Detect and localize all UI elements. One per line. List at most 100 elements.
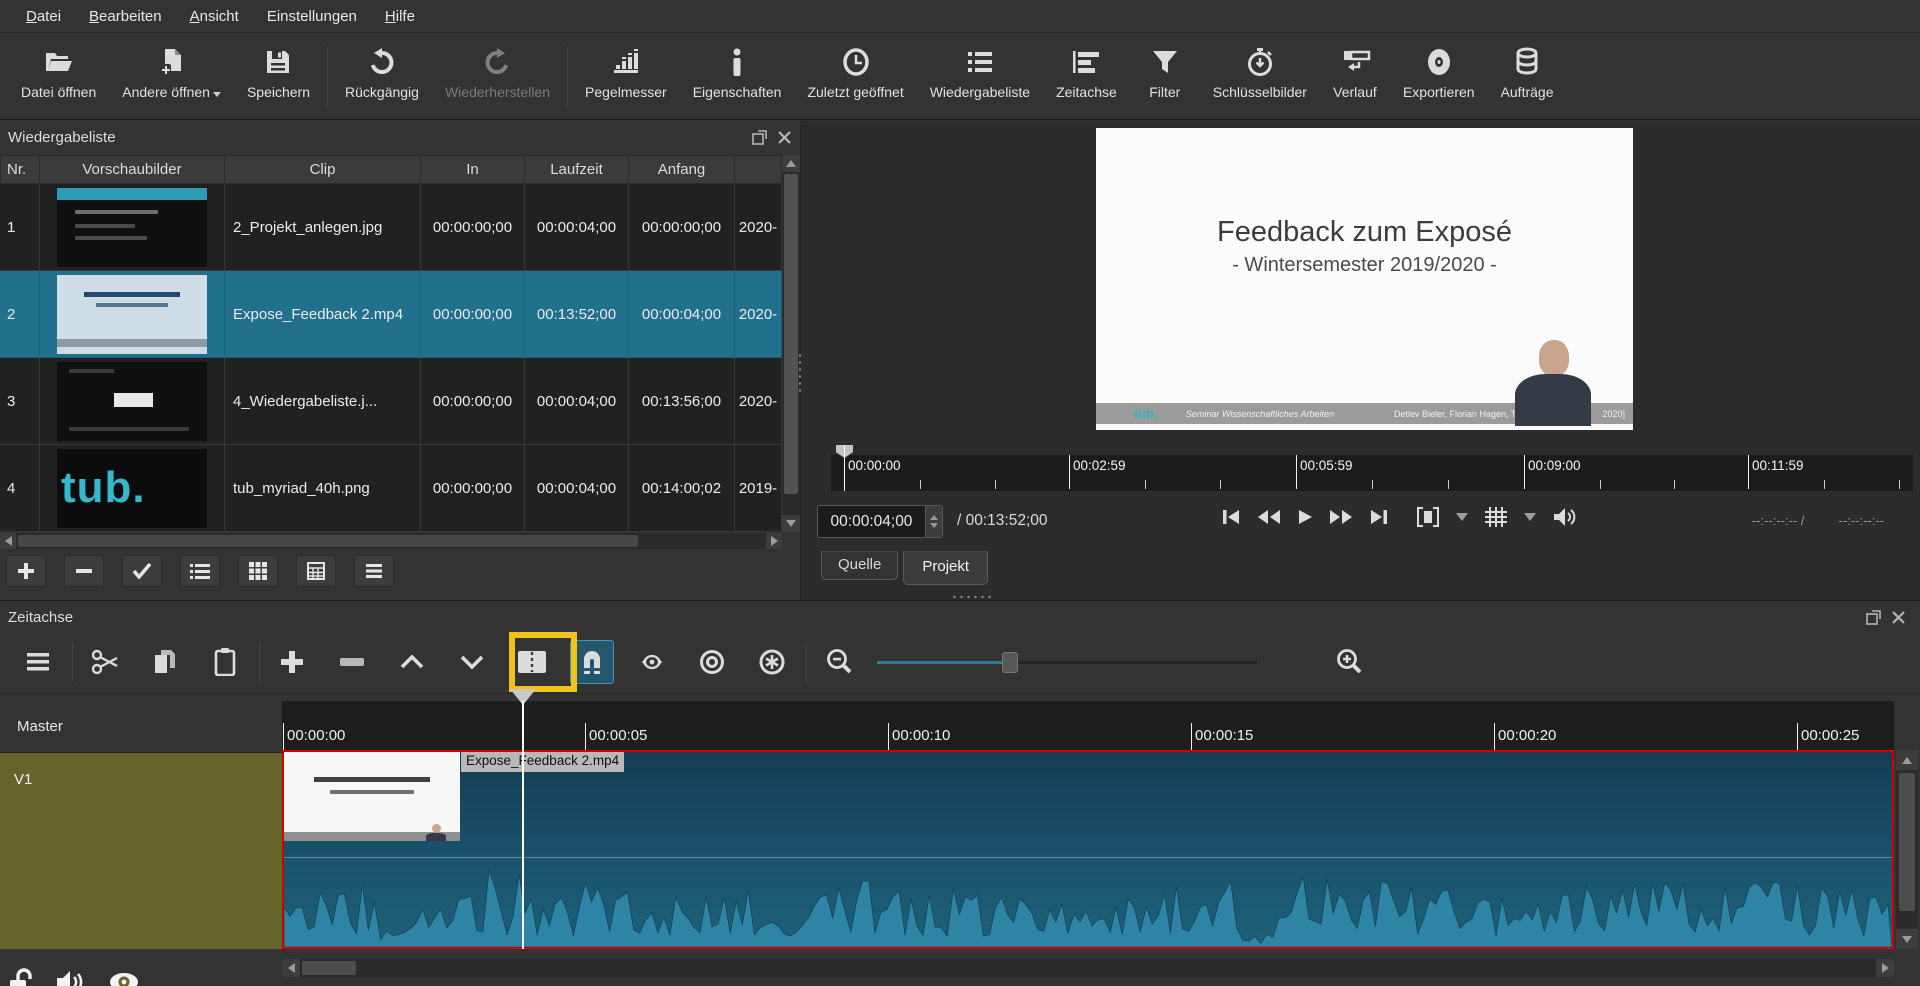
- menu-bearbeiten[interactable]: Bearbeiten: [75, 0, 176, 33]
- playlist-vertical-scrollbar[interactable]: [782, 155, 800, 532]
- playlist-add-button[interactable]: [6, 555, 46, 587]
- tab-source[interactable]: Quelle: [821, 551, 898, 580]
- properties-button[interactable]: Eigenschaften: [680, 44, 795, 102]
- split-button[interactable]: [510, 640, 554, 684]
- undock-panel-icon[interactable]: [1866, 610, 1881, 625]
- col-header-nr[interactable]: Nr.: [0, 155, 40, 184]
- overwrite-button[interactable]: [450, 640, 494, 684]
- ruler-tick-label: 00:00:05: [589, 727, 647, 744]
- export-button[interactable]: Exportieren: [1390, 44, 1488, 102]
- timeline-horizontal-scrollbar[interactable]: [282, 959, 1894, 977]
- scrollbar-thumb[interactable]: [302, 961, 356, 975]
- scroll-left-icon[interactable]: [0, 533, 16, 549]
- filters-button[interactable]: Filter: [1130, 44, 1200, 102]
- lift-button[interactable]: [390, 640, 434, 684]
- history-button[interactable]: Verlauf: [1320, 44, 1390, 102]
- zoom-slider-handle[interactable]: [1002, 652, 1018, 673]
- jobs-button[interactable]: Aufträge: [1488, 44, 1567, 102]
- cut-button[interactable]: [83, 640, 127, 684]
- playlist-row-2-selected[interactable]: 2 Expose_Feedback 2.mp4 00:00:00;00 00:1…: [0, 271, 782, 358]
- playlist-button[interactable]: Wiedergabeliste: [917, 44, 1043, 102]
- timeline-vertical-scrollbar[interactable]: [1896, 750, 1918, 949]
- copy-button[interactable]: [143, 640, 187, 684]
- scroll-down-icon[interactable]: [782, 515, 800, 532]
- open-other-button[interactable]: Andere öffnen: [109, 44, 234, 102]
- thumbnail-projekt-anlegen: [57, 188, 207, 267]
- playlist-menu-button[interactable]: [354, 555, 394, 587]
- undo-button[interactable]: Rückgängig: [332, 44, 432, 102]
- playlist-row-1[interactable]: 1 2_Projekt_anlegen.jpg 00:00:00;00 00:0…: [0, 184, 782, 271]
- playlist-view-tiles-button[interactable]: [238, 555, 278, 587]
- undock-panel-icon[interactable]: [752, 130, 767, 145]
- menu-ansicht[interactable]: Ansicht: [176, 0, 253, 33]
- col-header-duration[interactable]: Laufzeit: [525, 155, 629, 184]
- scrollbar-thumb[interactable]: [18, 535, 638, 547]
- scroll-up-icon[interactable]: [782, 155, 800, 172]
- play-button[interactable]: [1297, 508, 1313, 526]
- col-header-extra[interactable]: [735, 155, 782, 184]
- player-tabs: Quelle Projekt: [821, 551, 988, 585]
- scrollbar-thumb[interactable]: [1899, 773, 1915, 911]
- v1-track-header[interactable]: V1: [0, 753, 282, 949]
- grid-button[interactable]: [1485, 507, 1507, 527]
- redo-button[interactable]: Wiederherstellen: [432, 44, 563, 102]
- mute-track-icon[interactable]: [56, 969, 86, 986]
- ripple-all-tracks-button[interactable]: [750, 640, 794, 684]
- playlist-view-icons-button[interactable]: [296, 555, 336, 587]
- lock-track-icon[interactable]: [8, 968, 34, 986]
- keyframes-button[interactable]: Schlüsselbilder: [1200, 44, 1320, 102]
- col-header-clip[interactable]: Clip: [225, 155, 421, 184]
- playlist-remove-button[interactable]: [64, 555, 104, 587]
- current-timecode-field[interactable]: 00:00:04;00: [817, 505, 943, 538]
- playlist-row-4[interactable]: 4 tub. tub_myriad_40h.png 00:00:00;00 00…: [0, 445, 782, 532]
- snap-toggle-button[interactable]: [570, 640, 614, 684]
- fast-forward-button[interactable]: [1329, 508, 1353, 526]
- grid-dropdown-icon[interactable]: [1523, 512, 1537, 522]
- scroll-left-icon[interactable]: [282, 959, 300, 977]
- timecode-spinner[interactable]: [925, 506, 942, 537]
- current-timecode[interactable]: 00:00:04;00: [818, 513, 925, 531]
- save-button[interactable]: Speichern: [234, 44, 323, 102]
- menu-hilfe[interactable]: Hilfe: [371, 0, 429, 33]
- scrub-while-dragging-button[interactable]: [630, 640, 674, 684]
- video-preview[interactable]: Feedback zum Exposé - Wintersemester 201…: [801, 121, 1920, 451]
- col-header-thumbnails[interactable]: Vorschaubilder: [40, 155, 225, 184]
- menu-datei[interactable]: Datei: [12, 0, 75, 33]
- scroll-up-icon[interactable]: [1896, 750, 1918, 770]
- playlist-view-details-button[interactable]: [180, 555, 220, 587]
- hide-track-icon[interactable]: [108, 971, 140, 986]
- playlist-horizontal-scrollbar[interactable]: [0, 533, 782, 549]
- open-file-button[interactable]: Datei öffnen: [8, 44, 109, 102]
- ripple-delete-button[interactable]: [330, 640, 374, 684]
- scroll-down-icon[interactable]: [1896, 929, 1918, 949]
- master-track-header[interactable]: Master: [0, 701, 282, 753]
- skip-to-start-button[interactable]: [1221, 508, 1241, 526]
- close-panel-icon[interactable]: [1891, 610, 1906, 625]
- rewind-button[interactable]: [1257, 508, 1281, 526]
- append-button[interactable]: [270, 640, 314, 684]
- col-header-start[interactable]: Anfang: [629, 155, 735, 184]
- volume-icon[interactable]: [1553, 507, 1577, 527]
- timeline-menu-button[interactable]: [16, 640, 60, 684]
- paste-button[interactable]: [203, 640, 247, 684]
- close-panel-icon[interactable]: [777, 130, 792, 145]
- playlist-row-3[interactable]: 3 4_Wiedergabeliste.j... 00:00:00;00 00:…: [0, 358, 782, 445]
- preview-scrub-ruler[interactable]: 00:00:00 00:02:59 00:05:59 00:09:00 00:1…: [831, 455, 1913, 491]
- col-header-in[interactable]: In: [421, 155, 525, 184]
- ripple-button[interactable]: [690, 640, 734, 684]
- audio-meter-button[interactable]: Pegelmesser: [572, 44, 680, 102]
- timeline-zoom-slider[interactable]: [877, 640, 1257, 684]
- zoom-in-button[interactable]: [1327, 640, 1371, 684]
- recent-button[interactable]: Zuletzt geöffnet: [794, 44, 916, 102]
- tab-project[interactable]: Projekt: [903, 551, 988, 585]
- skip-to-end-button[interactable]: [1369, 508, 1389, 526]
- playlist-update-button[interactable]: [122, 555, 162, 587]
- player-dropdown-icon[interactable]: [1455, 512, 1469, 522]
- scroll-right-icon[interactable]: [1876, 959, 1894, 977]
- scrollbar-thumb[interactable]: [784, 174, 798, 494]
- zoom-out-button[interactable]: [817, 640, 861, 684]
- scroll-right-icon[interactable]: [766, 533, 782, 549]
- menu-einstellungen[interactable]: Einstellungen: [253, 0, 371, 33]
- in-out-selection-button[interactable]: [1417, 507, 1439, 527]
- timeline-button[interactable]: Zeitachse: [1043, 44, 1130, 102]
